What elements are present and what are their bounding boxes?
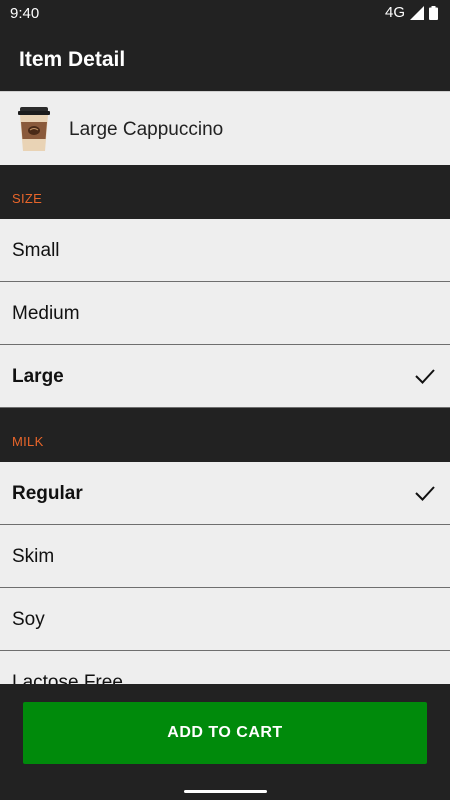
signal-icon [410, 5, 424, 20]
option-label: Lactose Free [12, 672, 123, 684]
option-label: Medium [12, 303, 80, 324]
option-row-skim[interactable]: Skim [0, 525, 450, 588]
app-bar: Item Detail [0, 28, 450, 91]
option-label: Soy [12, 609, 45, 630]
option-label: Skim [12, 546, 55, 567]
option-row-regular[interactable]: Regular [0, 462, 450, 525]
checkmark-icon [415, 369, 435, 384]
section-label: SIZE [12, 191, 43, 206]
option-label: Large [12, 366, 64, 387]
navigation-bar [0, 782, 450, 800]
item-header: Large Cappuccino [0, 91, 450, 165]
page-title: Item Detail [19, 48, 126, 71]
status-icons: 4G [385, 4, 438, 21]
battery-icon [429, 5, 438, 20]
section-header-size: SIZE [0, 165, 450, 219]
status-bar: 9:40 4G [0, 0, 450, 28]
option-row-medium[interactable]: Medium [0, 282, 450, 345]
bottom-bar: ADD TO CART [0, 684, 450, 782]
section-header-milk: MILK [0, 408, 450, 462]
option-row-small[interactable]: Small [0, 219, 450, 282]
option-row-lactose-free[interactable]: Lactose Free [0, 651, 450, 684]
coffee-cup-icon [18, 107, 50, 151]
options-list[interactable]: SIZE Small Medium Large MILK Regular Ski… [0, 165, 450, 684]
item-name: Large Cappuccino [69, 119, 224, 140]
option-label: Small [12, 240, 60, 261]
add-to-cart-button[interactable]: ADD TO CART [23, 702, 427, 764]
home-indicator[interactable] [184, 790, 267, 793]
checkmark-icon [415, 486, 435, 501]
section-label: MILK [12, 434, 44, 449]
option-row-large[interactable]: Large [0, 345, 450, 408]
status-time: 9:40 [10, 5, 40, 22]
network-type: 4G [384, 4, 405, 21]
option-label: Regular [12, 483, 83, 504]
option-row-soy[interactable]: Soy [0, 588, 450, 651]
